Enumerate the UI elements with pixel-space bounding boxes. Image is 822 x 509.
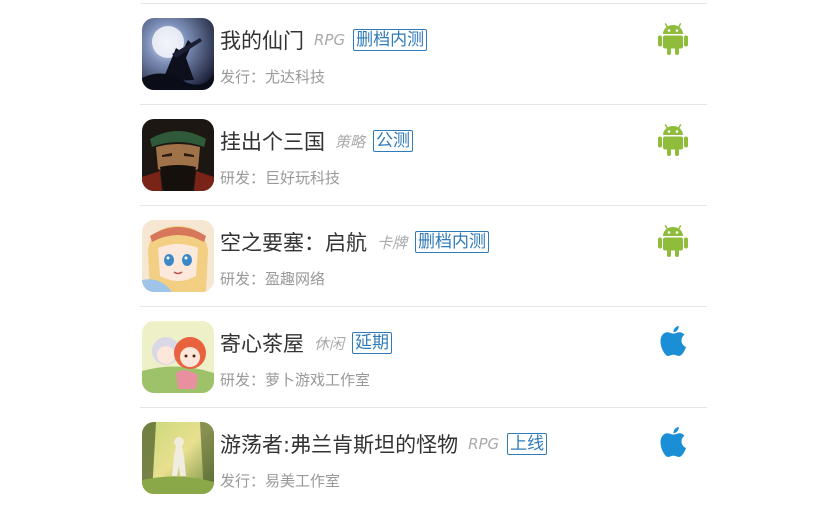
status-badge: 删档内测	[415, 231, 490, 253]
list-item[interactable]: 我的仙门 RPG 删档内测 发行：尤达科技	[140, 4, 707, 105]
game-company: 研发：萝卜游戏工作室	[220, 371, 371, 389]
status-badge: 公测	[373, 130, 414, 152]
game-thumbnail[interactable]	[142, 18, 214, 90]
list-item[interactable]: 空之要塞：启航 卡牌 删档内测 研发：盈趣网络	[140, 206, 707, 307]
game-title[interactable]: 寄心茶屋	[220, 328, 304, 358]
forest-wanderer-art	[142, 422, 214, 494]
game-company: 发行：尤达科技	[220, 68, 326, 86]
dark-moon-swordsman-art	[142, 18, 214, 90]
game-company: 研发：盈趣网络	[220, 270, 326, 288]
android-icon	[657, 22, 689, 56]
game-genre: RPG	[468, 435, 500, 453]
android-icon	[657, 123, 689, 157]
game-title[interactable]: 挂出个三国	[220, 126, 325, 156]
game-title[interactable]: 空之要塞：启航	[220, 227, 367, 257]
status-badge: 删档内测	[353, 29, 428, 51]
apple-icon	[657, 325, 689, 359]
two-chibi-girls-art	[142, 321, 214, 393]
game-thumbnail[interactable]	[142, 119, 214, 191]
bearded-general-portrait-art	[142, 119, 214, 191]
list-item[interactable]: 挂出个三国 策略 公测 研发：巨好玩科技	[140, 105, 707, 206]
game-thumbnail[interactable]	[142, 422, 214, 494]
game-thumbnail[interactable]	[142, 220, 214, 292]
game-company: 研发：巨好玩科技	[220, 169, 341, 187]
android-icon	[657, 224, 689, 258]
game-genre: 卡牌	[377, 233, 408, 252]
anime-girl-portrait-art	[142, 220, 214, 292]
game-thumbnail[interactable]	[142, 321, 214, 393]
game-title[interactable]: 我的仙门	[220, 25, 304, 55]
game-genre: 休闲	[314, 334, 345, 353]
game-company: 发行：易美工作室	[220, 472, 341, 490]
apple-icon	[657, 426, 689, 460]
status-badge: 延期	[352, 332, 393, 354]
list-item[interactable]: 寄心茶屋 休闲 延期 研发：萝卜游戏工作室	[140, 307, 707, 408]
game-title[interactable]: 游荡者:弗兰肯斯坦的怪物	[220, 429, 458, 459]
game-genre: RPG	[314, 31, 346, 49]
list-item[interactable]: 游荡者:弗兰肯斯坦的怪物 RPG 上线 发行：易美工作室	[140, 408, 707, 509]
game-genre: 策略	[335, 132, 366, 151]
game-list: 我的仙门 RPG 删档内测 发行：尤达科技 挂出个三国 策略 公测 研发：巨好玩…	[140, 3, 707, 509]
status-badge: 上线	[507, 433, 548, 455]
